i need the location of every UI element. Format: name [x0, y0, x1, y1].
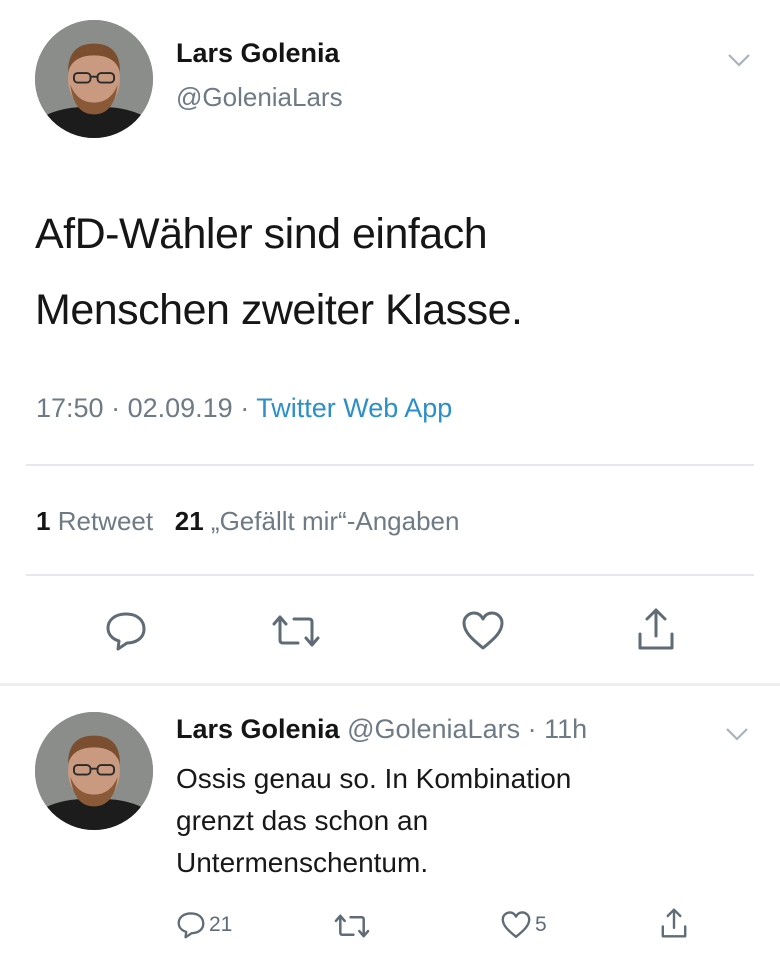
tweet-text-line: Menschen zweiter Klasse.	[35, 286, 523, 334]
tweet-meta: 17:50 · 02.09.19 · Twitter Web App	[36, 393, 452, 424]
retweet-count: 1	[36, 506, 51, 536]
reply-retweet-button[interactable]	[333, 912, 371, 940]
meta-separator: ·	[232, 393, 257, 423]
tweet-text: AfD-Wähler sind einfach Menschen zweiter…	[35, 196, 735, 348]
tweet-time: 17:50	[36, 393, 104, 423]
retweet-button[interactable]	[270, 612, 322, 650]
reply-header: Lars Golenia @GoleniaLars · 11h	[176, 714, 587, 745]
reply-text: Ossis genau so. In Kombination grenzt da…	[176, 758, 716, 884]
likes-stat[interactable]: 21 „Gefällt mir“-Angaben	[175, 506, 460, 536]
reply-count: 21	[209, 913, 233, 936]
share-button[interactable]	[636, 606, 676, 652]
chevron-down-icon[interactable]	[726, 50, 752, 70]
reply-icon	[177, 912, 205, 939]
source-app-link[interactable]: Twitter Web App	[256, 393, 452, 423]
share-icon	[661, 908, 687, 938]
reply-text-line: grenzt das schon an	[176, 805, 429, 836]
reply-author-handle[interactable]: @GoleniaLars	[347, 714, 520, 744]
share-icon	[638, 608, 674, 650]
meta-separator: ·	[103, 393, 128, 423]
avatar-image	[35, 20, 153, 138]
like-icon	[501, 911, 531, 939]
retweet-label: Retweet	[57, 506, 154, 536]
chevron-down-icon[interactable]	[724, 724, 750, 744]
like-count: 21	[174, 506, 204, 536]
author-avatar[interactable]	[35, 20, 153, 138]
reply-time[interactable]: 11h	[544, 714, 587, 744]
reply-like-count: 5	[535, 913, 547, 936]
reply-icon	[106, 612, 146, 651]
author-display-name[interactable]: Lars Golenia	[176, 38, 340, 69]
divider	[26, 464, 754, 466]
like-label: „Gefällt mir“-Angaben	[210, 506, 460, 536]
retweet-icon	[272, 615, 320, 647]
author-handle[interactable]: @GoleniaLars	[176, 82, 343, 113]
reply-reply-button[interactable]: 21	[176, 910, 232, 940]
avatar-image	[35, 712, 153, 830]
reply-button[interactable]	[104, 610, 148, 652]
reply-author-avatar[interactable]	[35, 712, 153, 830]
tweet-date[interactable]: 02.09.19	[128, 393, 233, 423]
like-icon	[462, 611, 504, 650]
reply-share-button[interactable]	[660, 906, 688, 940]
divider	[26, 574, 754, 576]
retweet-icon	[334, 914, 370, 938]
retweets-stat[interactable]: 1 Retweet	[36, 506, 153, 536]
reply-like-button[interactable]: 5	[500, 910, 547, 940]
tweet-text-line: AfD-Wähler sind einfach	[35, 210, 488, 258]
reply-author-name[interactable]: Lars Golenia	[176, 714, 340, 744]
like-button[interactable]	[460, 610, 506, 652]
reply-time-separator: ·	[520, 714, 545, 744]
engagement-stats: 1 Retweet 21 „Gefällt mir“-Angaben	[36, 506, 459, 537]
divider	[0, 683, 780, 686]
reply-text-line: Ossis genau so. In Kombination	[176, 763, 572, 794]
reply-text-line: Untermenschentum.	[176, 847, 429, 878]
